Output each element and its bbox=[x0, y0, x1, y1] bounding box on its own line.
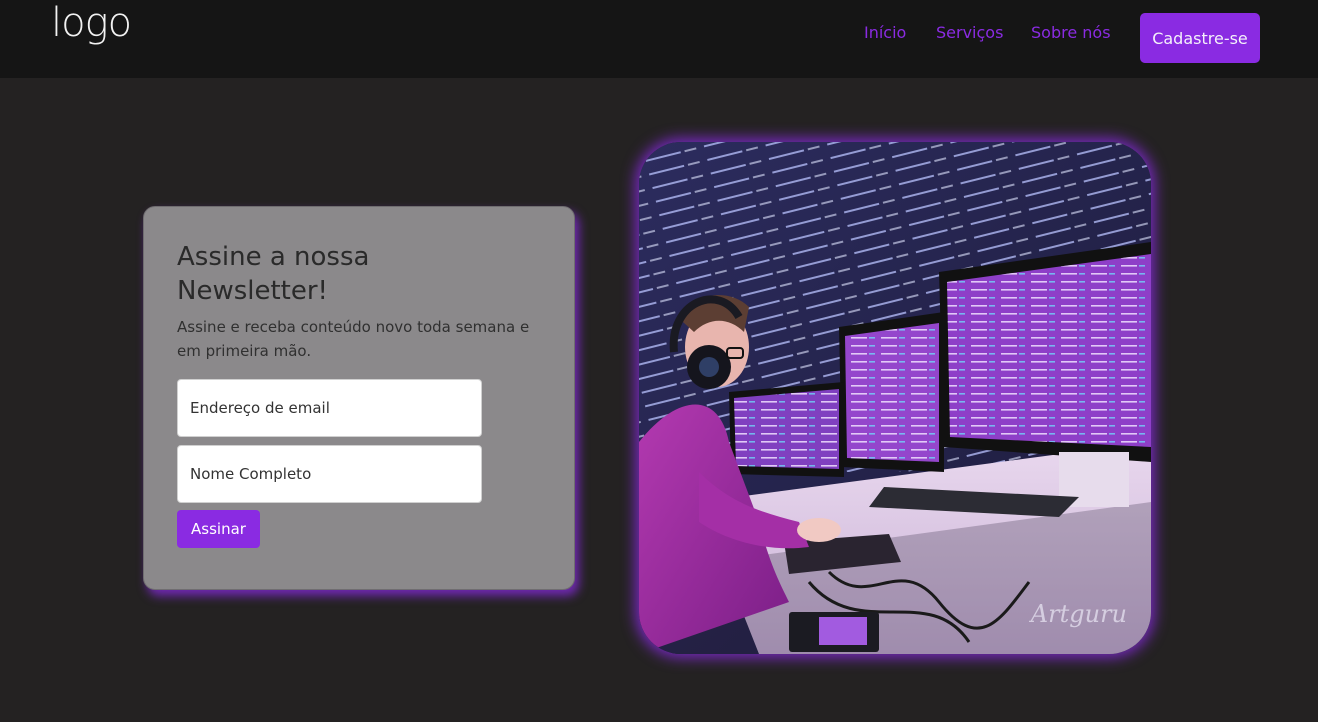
hero-image: Artguru bbox=[639, 142, 1151, 654]
artguru-watermark: Artguru bbox=[1030, 600, 1127, 628]
nav-link-inicio[interactable]: Início bbox=[864, 23, 906, 43]
newsletter-subtitle: Assine e receba conteúdo novo toda seman… bbox=[177, 318, 530, 360]
nav-link-sobre-nos[interactable]: Sobre nós bbox=[1031, 23, 1111, 43]
newsletter-card: Assine a nossa Newsletter! Assine e rece… bbox=[143, 206, 575, 590]
nav-link-servicos[interactable]: Serviços bbox=[936, 23, 1003, 43]
full-name-field[interactable] bbox=[177, 445, 482, 503]
newsletter-title: Assine a nossa Newsletter! bbox=[177, 242, 370, 306]
email-field[interactable] bbox=[177, 379, 482, 437]
subscribe-button[interactable]: Assinar bbox=[177, 510, 260, 548]
developer-at-computers-illustration bbox=[639, 142, 1151, 654]
site-logo[interactable]: logo bbox=[51, 0, 132, 46]
signup-button[interactable]: Cadastre-se bbox=[1140, 13, 1260, 63]
top-navbar: logo Início Serviços Sobre nós Cadastre-… bbox=[0, 0, 1318, 78]
